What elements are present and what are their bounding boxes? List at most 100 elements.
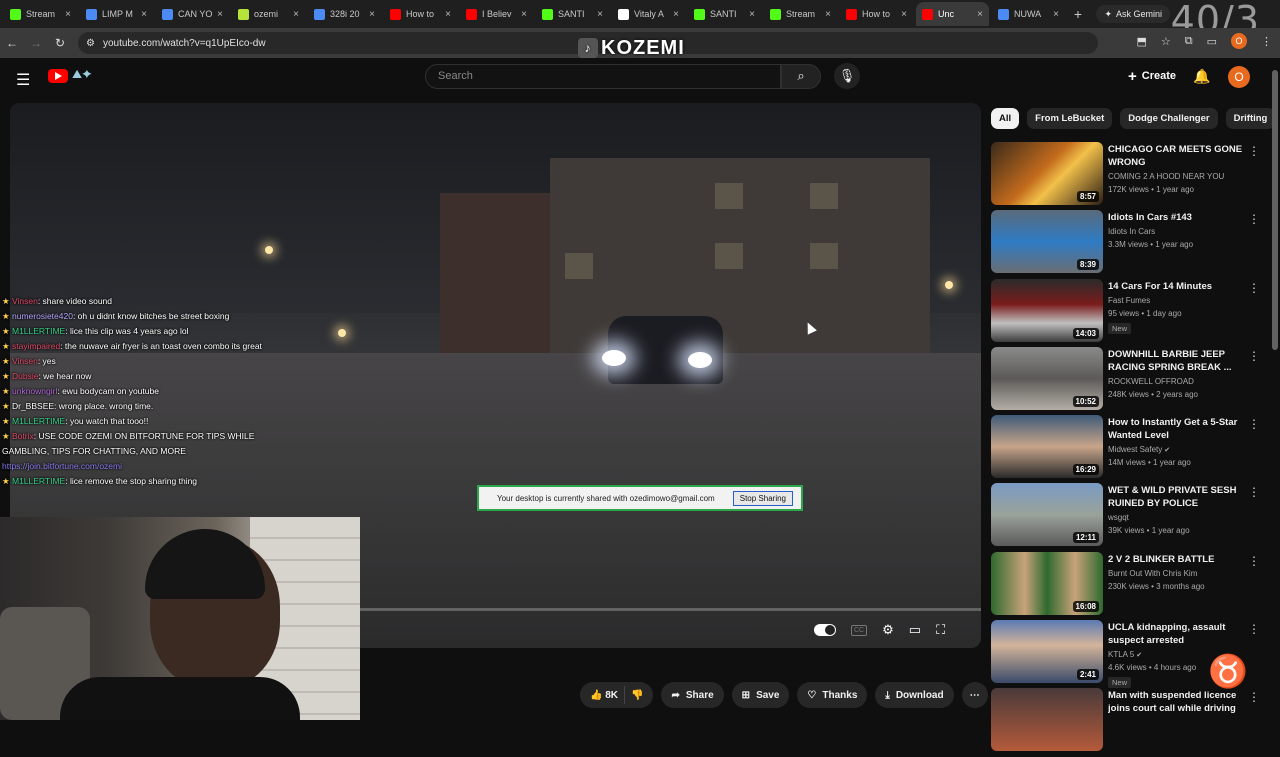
thanks-button[interactable]: ♡ Thanks <box>797 682 868 708</box>
page-scrollbar[interactable] <box>1272 70 1278 350</box>
tab-close-icon[interactable]: × <box>673 9 679 20</box>
filter-chip[interactable]: Dodge Challenger <box>1120 108 1218 129</box>
video-thumbnail[interactable]: 12:11 <box>991 483 1103 547</box>
tab-close-icon[interactable]: × <box>977 9 983 20</box>
video-menu-icon[interactable]: ⋮ <box>1248 281 1260 295</box>
create-button[interactable]: + Create <box>1122 64 1182 88</box>
recommended-video[interactable]: 8:39 Idiots In Cars #143 Idiots In Cars 3.3… <box>991 210 1266 278</box>
filter-chip[interactable]: All <box>991 108 1020 129</box>
recommended-video[interactable]: 16:29 How to Instantly Get a 5-Star Wante… <box>991 415 1266 483</box>
browser-tab[interactable]: How to × <box>384 2 457 26</box>
search-button[interactable]: ⌕ <box>781 64 821 89</box>
search-input[interactable]: Search <box>425 64 781 89</box>
video-menu-icon[interactable]: ⋮ <box>1248 485 1260 499</box>
recommended-video[interactable]: 12:11 WET & WILD PRIVATE SESH RUINED BY P… <box>991 483 1266 551</box>
video-title[interactable]: WET & WILD PRIVATE SESH RUINED BY POLICE… <box>1108 484 1243 510</box>
browser-profile-avatar[interactable]: O <box>1231 33 1247 49</box>
tab-close-icon[interactable]: × <box>141 9 147 20</box>
youtube-logo-icon[interactable] <box>48 69 68 83</box>
video-title[interactable]: 2 V 2 BLINKER BATTLE <box>1108 553 1243 566</box>
video-thumbnail[interactable]: 8:57 <box>991 142 1103 205</box>
stop-sharing-button[interactable]: Stop Sharing <box>732 490 793 506</box>
reload-icon[interactable]: ↻ <box>48 36 72 50</box>
ask-gemini-button[interactable]: ✦ Ask Gemini <box>1096 5 1170 23</box>
recommended-video[interactable]: 8:57 CHICAGO CAR MEETS GONE WRONG COMING 2… <box>991 142 1266 210</box>
captions-button[interactable]: CC <box>851 624 868 636</box>
video-thumbnail[interactable]: 16:29 <box>991 415 1103 479</box>
notifications-bell-icon[interactable]: 🔔 <box>1193 68 1210 85</box>
settings-gear-icon[interactable]: ⚙ <box>882 622 894 638</box>
forward-icon[interactable]: → <box>24 36 48 50</box>
video-thumbnail[interactable]: 14:03 <box>991 278 1103 342</box>
recommended-video[interactable]: 14:03 14 Cars For 14 Minutes Fast Fumes 95 … <box>991 278 1266 347</box>
hamburger-menu-icon[interactable]: ☰ <box>16 70 30 90</box>
video-menu-icon[interactable]: ⋮ <box>1248 349 1260 363</box>
more-actions-button[interactable]: ⋯ <box>961 682 988 708</box>
browser-tab[interactable]: LIMP M × <box>80 2 153 26</box>
video-title[interactable]: Idiots In Cars #143 <box>1108 211 1243 224</box>
tab-close-icon[interactable]: × <box>901 9 907 20</box>
site-info-icon[interactable]: ⚙ <box>86 38 95 49</box>
browser-tab[interactable]: I Believ × <box>460 2 533 26</box>
autoplay-toggle[interactable] <box>814 624 836 636</box>
channel-name[interactable]: ROCKWELL OFFROAD <box>1108 377 1194 386</box>
browser-menu-icon[interactable]: ⋮ <box>1261 35 1272 48</box>
video-title[interactable]: DOWNHILL BARBIE JEEP RACING SPRING BREAK… <box>1108 348 1243 374</box>
extensions-icon[interactable]: ⧉ <box>1185 35 1193 48</box>
channel-name[interactable]: Midwest Safety <box>1108 445 1162 454</box>
video-menu-icon[interactable]: ⋮ <box>1248 554 1260 568</box>
browser-tab[interactable]: SANTI × <box>688 2 761 26</box>
fullscreen-icon[interactable]: ⛶ <box>936 622 945 638</box>
video-thumbnail[interactable]: 2:41 <box>991 620 1103 684</box>
browser-tab[interactable]: Stream × <box>4 2 77 26</box>
cast-icon[interactable]: ▭ <box>1207 35 1217 48</box>
channel-name[interactable]: Fast Fumes <box>1108 296 1150 305</box>
channel-name[interactable]: Burnt Out With Chris Kim <box>1108 569 1197 578</box>
channel-name[interactable]: wsgqt <box>1108 513 1129 522</box>
theater-mode-icon[interactable]: ▭ <box>909 622 921 638</box>
browser-tab[interactable]: CAN YO × <box>156 2 229 26</box>
video-title[interactable]: CHICAGO CAR MEETS GONE WRONG <box>1108 143 1243 169</box>
channel-name[interactable]: Idiots In Cars <box>1108 227 1155 236</box>
filter-chip[interactable]: Drifting <box>1225 108 1276 129</box>
tab-close-icon[interactable]: × <box>521 9 527 20</box>
video-title[interactable]: How to Instantly Get a 5-Star Wanted Lev… <box>1108 416 1243 442</box>
video-menu-icon[interactable]: ⋮ <box>1248 417 1260 431</box>
browser-tab[interactable]: Stream × <box>764 2 837 26</box>
share-button[interactable]: ➦ Share <box>661 682 724 708</box>
tab-close-icon[interactable]: × <box>597 9 603 20</box>
browser-tab[interactable]: Unc × <box>916 2 989 26</box>
tab-close-icon[interactable]: × <box>1053 9 1059 20</box>
video-thumbnail[interactable]: 16:08 <box>991 551 1103 615</box>
video-title[interactable]: UCLA kidnapping, assault suspect arreste… <box>1108 621 1243 647</box>
dislike-button[interactable]: 👎 <box>631 690 643 701</box>
browser-tab[interactable]: How to × <box>840 2 913 26</box>
video-title[interactable]: 14 Cars For 14 Minutes <box>1108 280 1243 293</box>
video-menu-icon[interactable]: ⋮ <box>1248 212 1260 226</box>
video-thumbnail[interactable]: 10:52 <box>991 346 1103 410</box>
video-menu-icon[interactable]: ⋮ <box>1248 690 1260 704</box>
voice-search-button[interactable]: 🎙 <box>834 63 860 89</box>
browser-tab[interactable]: 328i 20 × <box>308 2 381 26</box>
channel-name[interactable]: COMING 2 A HOOD NEAR YOU <box>1108 172 1224 181</box>
download-button[interactable]: ⤓ Download <box>875 682 954 708</box>
video-menu-icon[interactable]: ⋮ <box>1248 144 1260 158</box>
video-title[interactable]: Man with suspended licence joins court c… <box>1108 689 1243 715</box>
new-tab-icon[interactable]: + <box>1068 4 1088 24</box>
save-button[interactable]: ⊞ Save <box>731 682 790 708</box>
channel-name[interactable]: KTLA 5 <box>1108 650 1134 659</box>
like-button[interactable]: 👍 8K <box>590 690 618 701</box>
video-thumbnail[interactable]: 8:39 <box>991 210 1103 274</box>
video-menu-icon[interactable]: ⋮ <box>1248 622 1260 636</box>
tab-close-icon[interactable]: × <box>749 9 755 20</box>
bookmark-star-icon[interactable]: ☆ <box>1161 35 1171 48</box>
filter-chip[interactable]: From LeBucket <box>1027 108 1113 129</box>
tab-close-icon[interactable]: × <box>825 9 831 20</box>
browser-tab[interactable]: ozemi × <box>232 2 305 26</box>
tab-close-icon[interactable]: × <box>65 9 71 20</box>
back-icon[interactable]: ← <box>0 36 24 50</box>
browser-tab[interactable]: SANTI × <box>536 2 609 26</box>
account-avatar[interactable]: O <box>1228 66 1250 88</box>
recommended-video[interactable]: 16:08 2 V 2 BLINKER BATTLE Burnt Out With … <box>991 551 1266 620</box>
tab-close-icon[interactable]: × <box>293 9 299 20</box>
